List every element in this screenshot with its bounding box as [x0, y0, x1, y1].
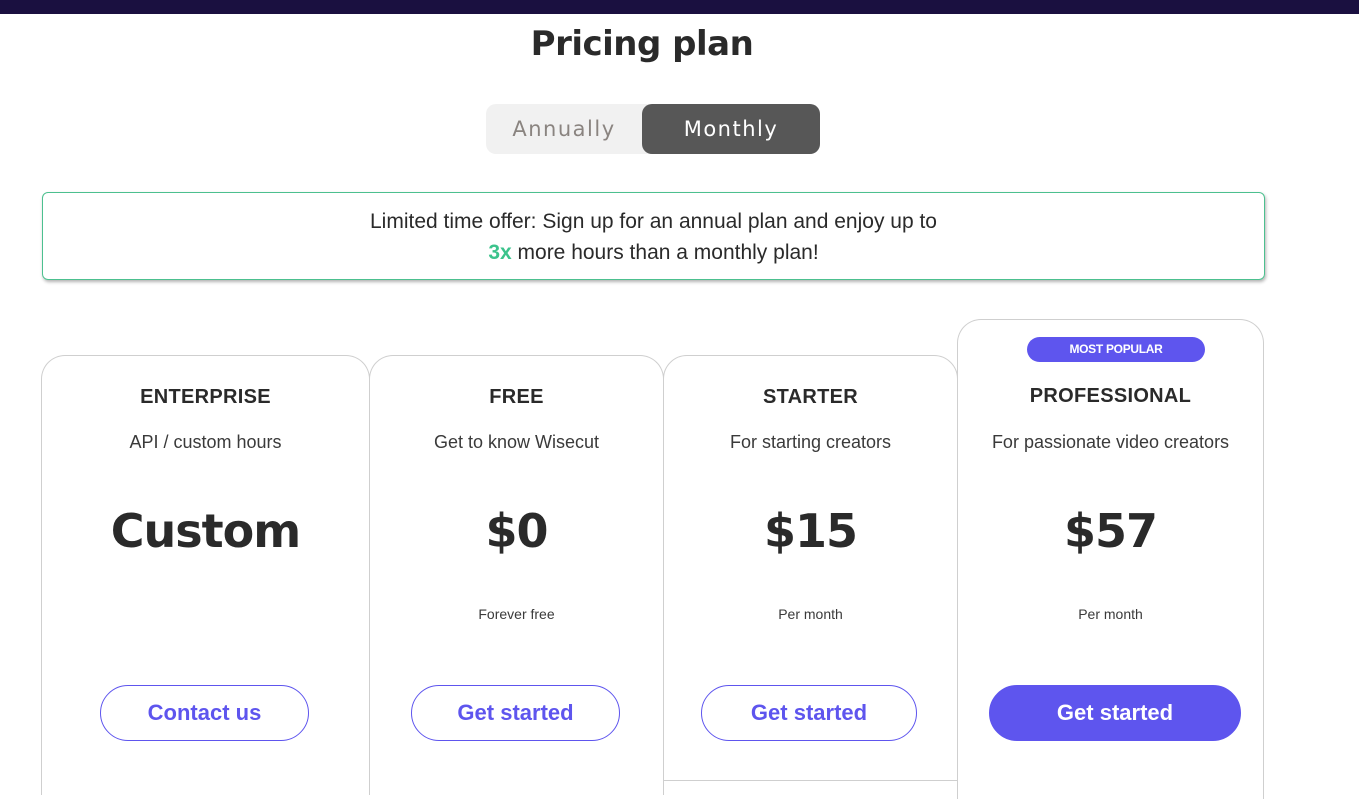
plan-period: Forever free [478, 606, 555, 622]
plan-price: $15 [763, 504, 858, 558]
plan-card-free: FREE Get to know Wisecut $0 Forever free… [369, 355, 664, 795]
plan-name: STARTER [762, 386, 859, 408]
plan-name: PROFESSIONAL [1029, 385, 1192, 407]
offer-highlight: 3x [488, 241, 512, 264]
plan-price: $57 [1063, 504, 1158, 558]
contact-us-button[interactable]: Contact us [100, 685, 309, 741]
plan-description: For starting creators [729, 432, 892, 452]
plan-price: $0 [485, 504, 548, 558]
plan-card-professional: MOST POPULAR PROFESSIONAL For passionate… [957, 319, 1264, 799]
get-started-button-free[interactable]: Get started [411, 685, 620, 741]
get-started-button-professional[interactable]: Get started [989, 685, 1241, 741]
plan-price: Custom [110, 504, 301, 558]
plan-name: ENTERPRISE [140, 386, 271, 408]
plan-name: FREE [489, 386, 544, 408]
toggle-option-annually[interactable]: Annually [486, 104, 642, 154]
plan-period: Per month [778, 606, 843, 622]
toggle-option-monthly[interactable]: Monthly [642, 104, 820, 154]
plan-period: Per month [1078, 606, 1143, 622]
plan-description: API / custom hours [129, 432, 282, 452]
plan-description: Get to know Wisecut [433, 432, 600, 452]
offer-text-line1: Limited time offer: Sign up for an annua… [370, 210, 937, 233]
plan-card-starter: STARTER For starting creators $15 Per mo… [663, 355, 958, 781]
offer-text-rest: more hours than a monthly plan! [517, 241, 819, 264]
plan-card-enterprise: ENTERPRISE API / custom hours Custom Con… [41, 355, 370, 795]
limited-offer-banner: Limited time offer: Sign up for an annua… [42, 192, 1265, 280]
get-started-button-starter[interactable]: Get started [701, 685, 917, 741]
top-bar [0, 0, 1359, 14]
plan-description: For passionate video creators [991, 432, 1230, 452]
most-popular-badge: MOST POPULAR [1027, 337, 1205, 362]
page-title: Pricing plan [530, 24, 754, 64]
offer-text-line2: 3x more hours than a monthly plan! [43, 237, 1264, 268]
billing-period-toggle[interactable]: Annually Monthly [486, 104, 820, 154]
